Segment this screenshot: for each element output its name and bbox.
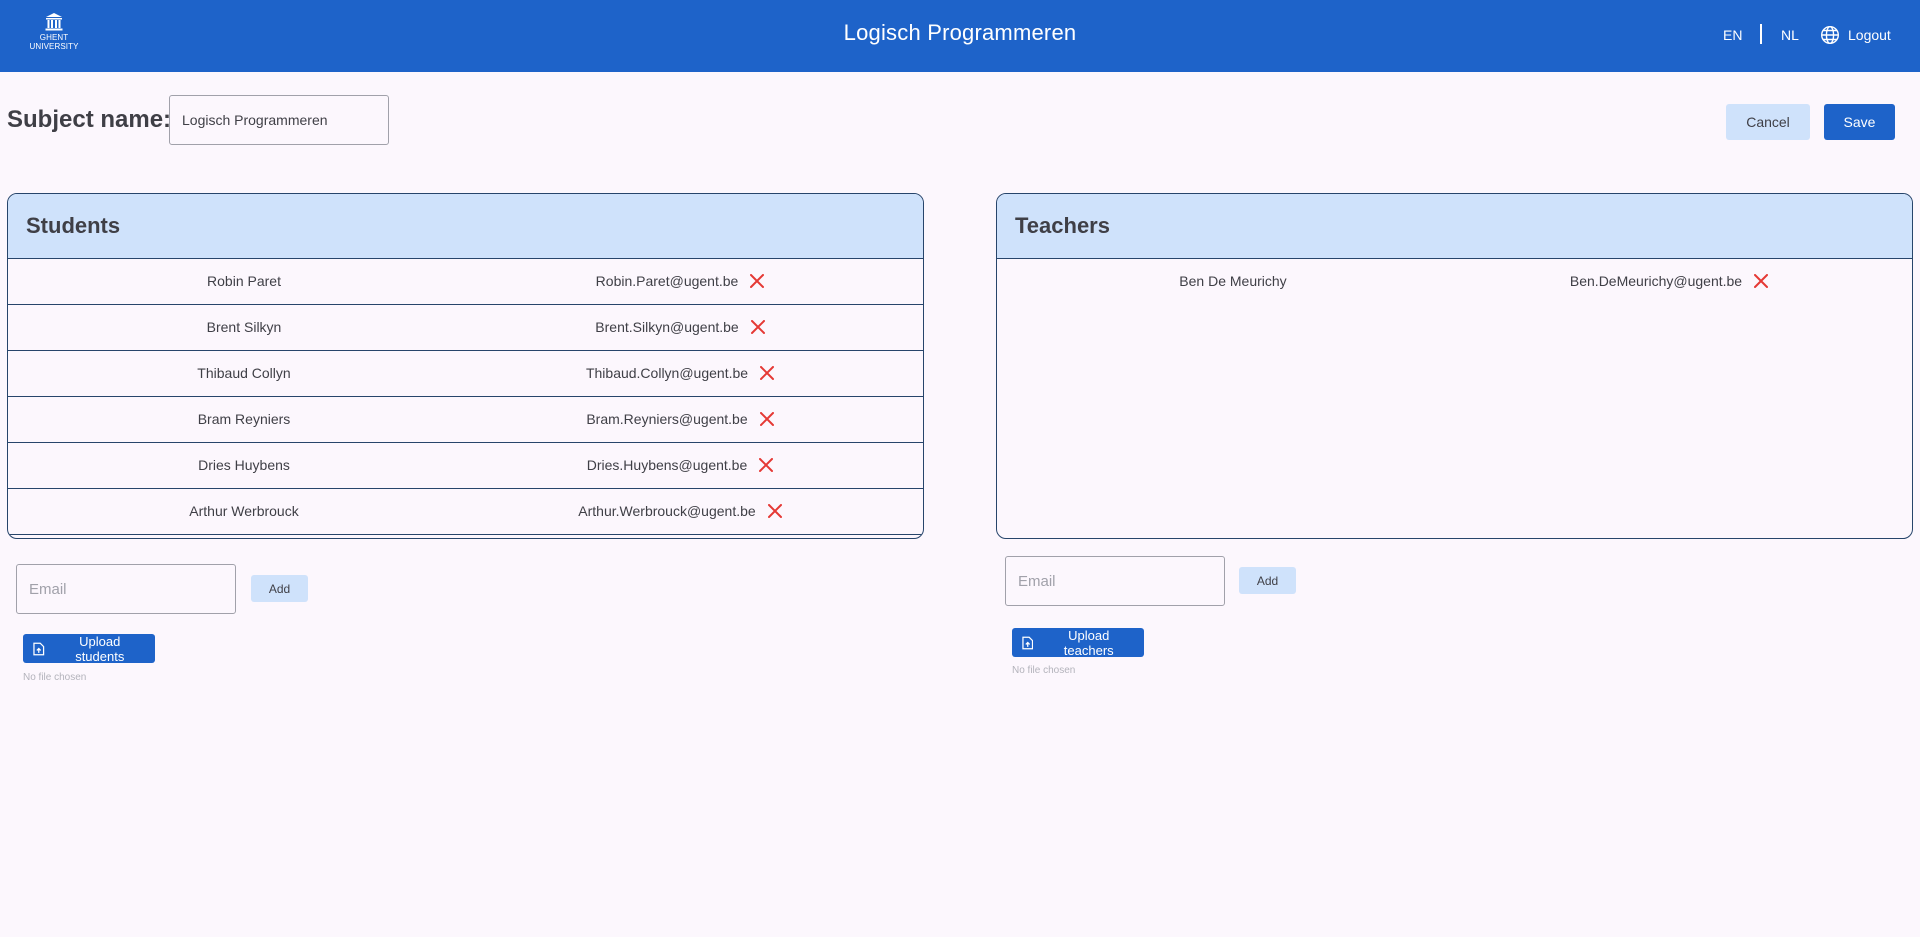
student-email-cell: Dries.Huybens@ugent.be [480,457,880,473]
table-row: Dries Huybens Dries.Huybens@ugent.be [8,443,923,489]
teacher-email-input[interactable] [1005,556,1225,606]
remove-student-button[interactable] [760,366,775,380]
remove-student-button[interactable] [759,412,774,426]
subject-name-input[interactable] [169,95,389,145]
subject-name-label: Subject name: [7,106,172,133]
language-en-button[interactable]: EN [1723,27,1742,43]
cancel-button[interactable]: Cancel [1726,104,1810,140]
student-email: Thibaud.Collyn@ugent.be [585,365,749,381]
add-student-button[interactable]: Add [251,575,308,602]
student-name: Bram Reyniers [197,411,291,427]
upload-teachers-button[interactable]: Upload teachers [1012,627,1144,658]
student-email-cell: Arthur.Werbrouck@ugent.be [480,503,880,519]
remove-student-button[interactable] [767,504,782,518]
table-row: Robin Paret Robin.Paret@ugent.be [8,259,923,305]
student-email-cell: Robin.Paret@ugent.be [480,273,880,289]
globe-icon [1820,25,1840,45]
students-no-file-text: No file chosen [23,672,87,683]
teachers-no-file-text: No file chosen [1012,665,1076,676]
close-icon [1754,274,1769,288]
student-name: Arthur Werbrouck [189,503,299,519]
upload-students-button[interactable]: Upload students [23,633,155,664]
student-name: Brent Silkyn [206,319,282,335]
students-panel: Students Robin Paret Robin.Paret@ugent.b… [7,193,924,539]
close-icon [759,412,774,426]
teacher-name: Ben De Meurichy [1179,273,1287,289]
remove-student-button[interactable] [750,274,765,288]
table-row: Brent Silkyn Brent.Silkyn@ugent.be [8,305,923,351]
student-email-input[interactable] [16,564,236,614]
table-row: Arthur Werbrouck Arthur.Werbrouck@ugent.… [8,489,923,535]
student-name: Robin Paret [207,273,281,289]
student-email-cell: Brent.Silkyn@ugent.be [480,319,880,335]
teachers-title: Teachers [1015,213,1110,238]
close-icon [759,458,774,472]
save-button[interactable]: Save [1824,104,1895,140]
teacher-email: Ben.DeMeurichy@ugent.be [1569,273,1743,289]
remove-student-button[interactable] [759,458,774,472]
language-nl-button[interactable]: NL [1781,27,1799,43]
close-icon [760,366,775,380]
add-teacher-button[interactable]: Add [1239,567,1296,594]
student-email-cell: Thibaud.Collyn@ugent.be [480,365,880,381]
close-icon [750,320,765,334]
student-email-cell: Bram.Reyniers@ugent.be [480,411,880,427]
file-upload-icon [1022,636,1034,649]
student-email: Robin.Paret@ugent.be [595,273,739,289]
remove-teacher-button[interactable] [1754,274,1769,288]
table-row: Bram Reyniers Bram.Reyniers@ugent.be [8,397,923,443]
page-title: Logisch Programmeren [843,20,1077,45]
student-name: Dries Huybens [198,457,290,473]
teachers-panel-header: Teachers [997,194,1912,259]
language-divider [1760,24,1762,44]
teacher-email-cell: Ben.DeMeurichy@ugent.be [1469,273,1869,289]
logout-label: Logout [1848,27,1891,43]
students-panel-header: Students [8,194,923,259]
students-title: Students [26,213,121,238]
upload-teachers-label: Upload teachers [1063,627,1114,658]
remove-student-button[interactable] [750,320,765,334]
close-icon [750,274,765,288]
top-app-bar: GHENT UNIVERSITY Logisch Programmeren EN… [0,0,1920,72]
upload-students-label: Upload students [75,633,125,664]
student-email: Brent.Silkyn@ugent.be [595,319,739,335]
student-email: Arthur.Werbrouck@ugent.be [578,503,756,519]
table-row: Ben De Meurichy Ben.DeMeurichy@ugent.be [997,259,1912,305]
teachers-panel: Teachers Ben De Meurichy Ben.DeMeurichy@… [996,193,1913,539]
student-email: Bram.Reyniers@ugent.be [586,411,748,427]
close-icon [767,504,782,518]
logout-button[interactable]: Logout [1820,25,1891,45]
table-row: Thibaud Collyn Thibaud.Collyn@ugent.be [8,351,923,397]
student-email: Dries.Huybens@ugent.be [586,457,748,473]
file-upload-icon [33,642,45,655]
student-name: Thibaud Collyn [197,365,291,381]
